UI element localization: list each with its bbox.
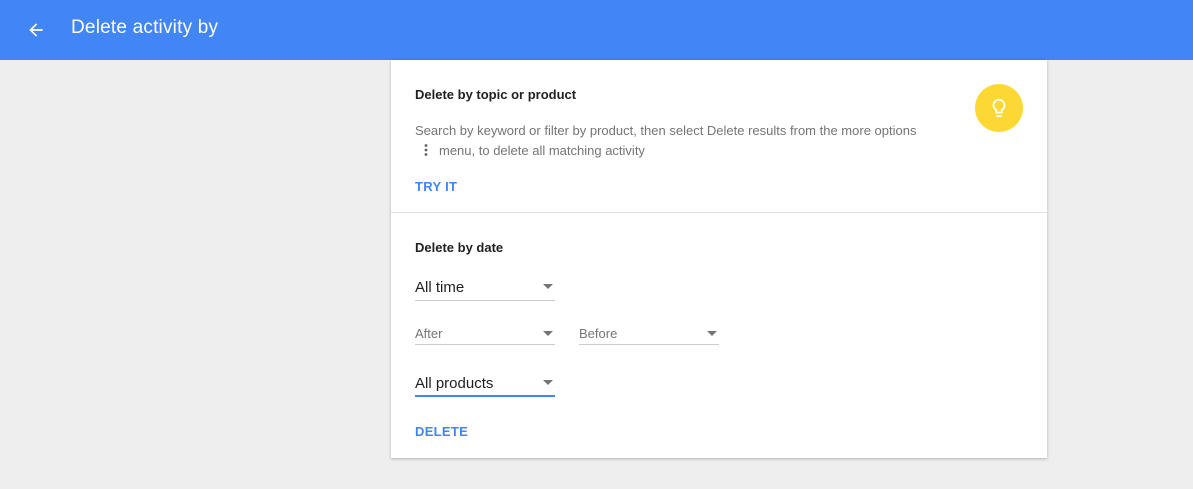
delete-button[interactable]: DELETE xyxy=(415,424,468,439)
time-range-select[interactable]: All time xyxy=(415,276,555,301)
page-title: Delete activity by xyxy=(71,17,219,38)
dropdown-arrow-icon xyxy=(707,331,717,336)
products-select[interactable]: All products xyxy=(415,372,555,397)
lightbulb-icon xyxy=(992,98,1006,118)
description-text-end: menu, to delete all matching activity xyxy=(439,143,645,158)
arrow-back-icon xyxy=(29,23,43,37)
time-range-value: All time xyxy=(415,279,465,296)
products-value: All products xyxy=(415,375,494,392)
topic-section-description: Search by keyword or filter by product, … xyxy=(415,121,935,161)
description-text-start: Search by keyword or filter by product, … xyxy=(415,123,917,138)
after-date-select[interactable]: After xyxy=(415,324,555,345)
more-vert-icon xyxy=(424,144,428,156)
date-section-title: Delete by date xyxy=(415,240,504,255)
try-it-button[interactable]: TRY IT xyxy=(415,179,457,194)
dropdown-arrow-icon xyxy=(543,331,553,336)
delete-options-card: Delete by topic or product Search by key… xyxy=(391,60,1047,458)
dropdown-arrow-icon xyxy=(543,284,553,289)
app-bar: Delete activity by xyxy=(0,0,1193,60)
delete-by-topic-section: Delete by topic or product Search by key… xyxy=(391,60,1047,213)
back-button[interactable] xyxy=(20,14,52,46)
after-date-value: After xyxy=(415,326,443,341)
before-date-value: Before xyxy=(579,326,618,341)
dropdown-arrow-icon xyxy=(543,380,553,385)
before-date-select[interactable]: Before xyxy=(579,324,719,345)
topic-section-title: Delete by topic or product xyxy=(415,87,577,102)
tip-badge xyxy=(975,84,1023,132)
